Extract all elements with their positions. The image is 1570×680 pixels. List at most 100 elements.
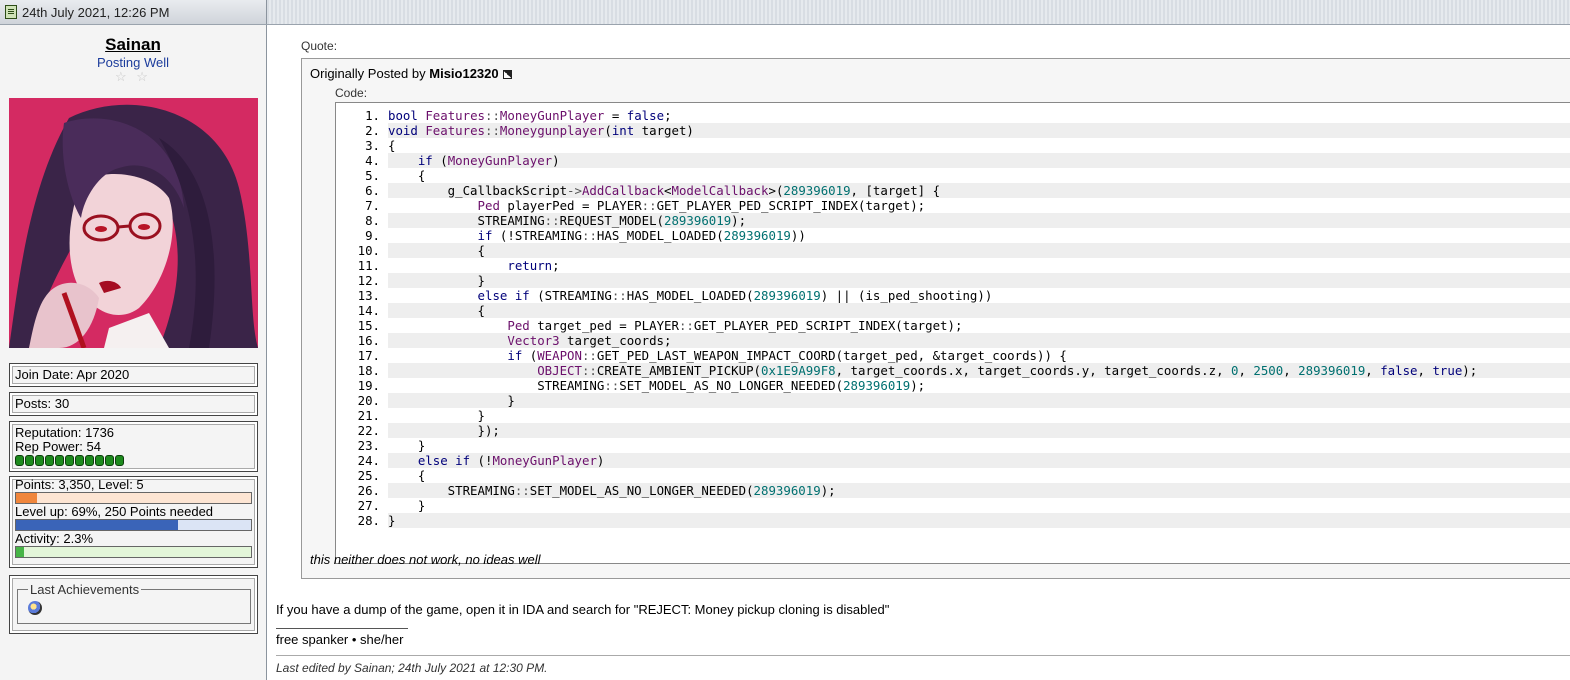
reputation: Reputation: 1736 bbox=[15, 425, 115, 440]
rep-dot-icon bbox=[105, 455, 114, 466]
code-text: Ped target_ped = PLAYER::GET_PLAYER_PED_… bbox=[507, 318, 963, 333]
line-number: 15. bbox=[357, 318, 380, 333]
join-date: Join Date: Apr 2020 bbox=[15, 367, 130, 382]
line-number: 12. bbox=[357, 273, 380, 288]
posts-box: Posts: 30 bbox=[9, 392, 258, 416]
rep-dot-icon bbox=[45, 455, 54, 466]
code-line: 17. if (WEAPON::GET_PED_LAST_WEAPON_IMPA… bbox=[336, 348, 1570, 363]
code-text: return; bbox=[507, 258, 560, 273]
code-text: { bbox=[388, 468, 426, 483]
line-number: 5. bbox=[365, 168, 380, 183]
code-text: else if (!MoneyGunPlayer) bbox=[388, 453, 1570, 468]
code-line: 14. { bbox=[336, 303, 1570, 318]
post-header-right bbox=[267, 0, 1570, 24]
code-text: STREAMING::REQUEST_MODEL(289396019); bbox=[388, 213, 1570, 228]
code-line: 9. if (!STREAMING::HAS_MODEL_LOADED(2893… bbox=[336, 228, 1570, 243]
line-number: 7. bbox=[365, 198, 380, 213]
code-line: 18. OBJECT::CREATE_AMBIENT_PICKUP(0x1E9A… bbox=[336, 363, 1570, 378]
code-line: 28.} bbox=[336, 513, 1570, 528]
line-number: 25. bbox=[357, 468, 380, 483]
username-link[interactable]: Sainan bbox=[0, 35, 266, 55]
code-text: bool Features::MoneyGunPlayer = false; bbox=[388, 108, 672, 123]
code-text: if (MoneyGunPlayer) bbox=[388, 153, 1570, 168]
level-bar-fill bbox=[16, 520, 179, 530]
post-count: Posts: 30 bbox=[15, 396, 70, 411]
code-text: else if (STREAMING::HAS_MODEL_LOADED(289… bbox=[477, 288, 993, 303]
code-text: } bbox=[388, 393, 1570, 408]
rep-dot-icon bbox=[55, 455, 64, 466]
code-line: 19. STREAMING::SET_MODEL_AS_NO_LONGER_NE… bbox=[336, 378, 1570, 393]
rep-dot-icon bbox=[85, 455, 94, 466]
code-line: 23. } bbox=[336, 438, 1570, 453]
reputation-dots bbox=[15, 455, 257, 466]
activity-bar-fill bbox=[16, 547, 25, 557]
code-line: 13. else if (STREAMING::HAS_MODEL_LOADED… bbox=[336, 288, 1570, 303]
code-line: 10. { bbox=[336, 243, 1570, 258]
rep-power: Rep Power: 54 bbox=[15, 439, 101, 454]
signature-separator bbox=[276, 628, 408, 629]
line-number: 20. bbox=[357, 393, 380, 408]
rep-dot-icon bbox=[115, 455, 124, 466]
avatar-image bbox=[9, 98, 258, 348]
code-text: } bbox=[388, 438, 426, 453]
post-content: Quote: Originally Posted by Misio12320 C… bbox=[267, 25, 1570, 680]
join-date-box: Join Date: Apr 2020 bbox=[9, 363, 258, 387]
post-date: 24th July 2021, 12:26 PM bbox=[22, 4, 170, 20]
code-text: { bbox=[388, 243, 1570, 258]
code-line: 2. void Features::Moneygunplayer(int targ… bbox=[336, 123, 1570, 138]
achievements-label: Last Achievements bbox=[30, 582, 140, 597]
code-text: { bbox=[388, 138, 396, 153]
line-number: 26. bbox=[357, 483, 380, 498]
post-header: 24th July 2021, 12:26 PM bbox=[0, 0, 1570, 25]
code-text: Vector3 target_coords; bbox=[388, 333, 1570, 348]
points-bar bbox=[15, 492, 252, 504]
code-label: Code: bbox=[335, 86, 368, 100]
code-text: if (!STREAMING::HAS_MODEL_LOADED(2893960… bbox=[477, 228, 806, 243]
achievement-icon[interactable] bbox=[28, 601, 42, 615]
line-number: 10. bbox=[357, 243, 380, 258]
code-text: } bbox=[388, 408, 485, 423]
code-text: } bbox=[388, 498, 426, 513]
post-icon bbox=[5, 5, 17, 19]
line-number: 17. bbox=[357, 348, 380, 363]
line-number: 22. bbox=[357, 423, 380, 438]
rep-dot-icon bbox=[75, 455, 84, 466]
code-text: { bbox=[388, 168, 426, 183]
line-number: 6. bbox=[365, 183, 380, 198]
edit-separator bbox=[276, 655, 1570, 656]
line-number: 16. bbox=[357, 333, 380, 348]
code-line: 22. }); bbox=[336, 423, 1570, 438]
code-lines: 1. bool Features::MoneyGunPlayer = false;… bbox=[336, 103, 1570, 528]
achievements-fieldset: Last Achievements bbox=[17, 582, 251, 624]
code-line: 1. bool Features::MoneyGunPlayer = false; bbox=[336, 108, 1570, 123]
post-header-left: 24th July 2021, 12:26 PM bbox=[0, 0, 267, 24]
rep-dot-icon bbox=[35, 455, 44, 466]
code-text: } bbox=[388, 513, 1570, 528]
avatar[interactable] bbox=[9, 98, 258, 348]
code-line: 4. if (MoneyGunPlayer) bbox=[336, 153, 1570, 168]
code-text: } bbox=[388, 273, 1570, 288]
reputation-box: Reputation: 1736 Rep Power: 54 bbox=[9, 421, 258, 472]
code-line: 3. { bbox=[336, 138, 1570, 153]
quote-header: Originally Posted by Misio12320 bbox=[310, 66, 512, 81]
points-box: Points: 3,350, Level: 5 Level up: 69%, 2… bbox=[9, 476, 258, 568]
code-text: STREAMING::SET_MODEL_AS_NO_LONGER_NEEDED… bbox=[388, 483, 1570, 498]
code-text: OBJECT::CREATE_AMBIENT_PICKUP(0x1E9A99F8… bbox=[388, 363, 1570, 378]
code-line: 11. return; bbox=[336, 258, 1570, 273]
line-number: 24. bbox=[357, 453, 380, 468]
level-bar bbox=[15, 519, 252, 531]
line-number: 21. bbox=[357, 408, 380, 423]
code-text: if (WEAPON::GET_PED_LAST_WEAPON_IMPACT_C… bbox=[507, 348, 1067, 363]
code-text: }); bbox=[388, 423, 1570, 438]
quote-block: Originally Posted by Misio12320 Code: 1.… bbox=[301, 58, 1570, 579]
code-line: 20. } bbox=[336, 393, 1570, 408]
code-line: 21. } bbox=[336, 408, 1570, 423]
code-text: void Features::Moneygunplayer(int target… bbox=[388, 123, 1570, 138]
points-bar-fill bbox=[16, 493, 38, 503]
view-post-icon[interactable] bbox=[502, 70, 512, 80]
code-line: 15. Ped target_ped = PLAYER::GET_PLAYER_… bbox=[336, 318, 1570, 333]
user-info-panel: Sainan Posting Well ☆ ☆ Join Date: Apr 2… bbox=[0, 25, 267, 680]
rank-stars-icon: ☆ ☆ bbox=[115, 69, 151, 84]
line-number: 4. bbox=[365, 153, 380, 168]
code-line: 26. STREAMING::SET_MODEL_AS_NO_LONGER_NE… bbox=[336, 483, 1570, 498]
